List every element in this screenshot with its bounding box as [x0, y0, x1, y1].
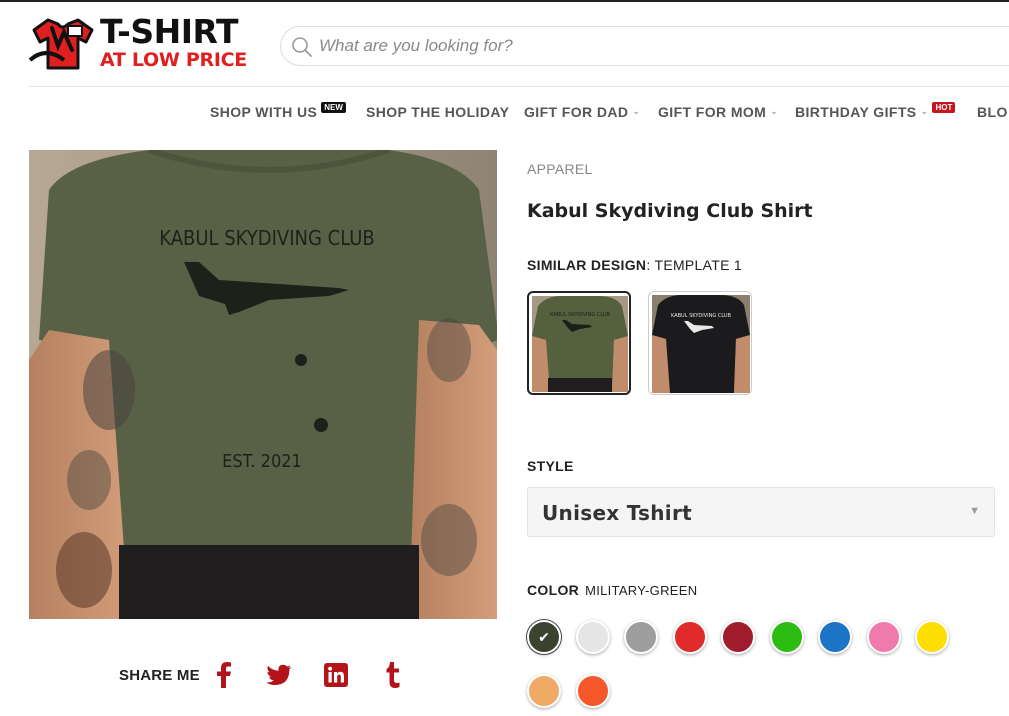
similar-design-heading: SIMILAR DESIGN	[527, 257, 647, 273]
print-line1: KABUL SKYDIVING CLUB	[159, 226, 375, 250]
design-thumbnail-2[interactable]: KABUL SKYDIVING CLUB	[648, 291, 752, 395]
nav-item-shop-the-holiday[interactable]: SHOP THE HOLIDAY	[366, 104, 509, 120]
style-selected-value: Unisex Tshirt	[542, 501, 692, 525]
chevron-down-icon: ⌄	[632, 105, 641, 116]
color-swatch-yellow[interactable]	[915, 620, 949, 654]
logo-text-primary: T-SHIRT	[100, 12, 238, 51]
share-label: SHARE ME	[119, 666, 200, 684]
tshirt-logo-icon	[28, 18, 94, 70]
nav-label: SHOP THE HOLIDAY	[366, 104, 510, 120]
color-swatch-green[interactable]	[769, 620, 804, 654]
nav-item-gift-for-dad[interactable]: GIFT FOR DAD ⌄	[524, 104, 640, 120]
nav-label: BIRTHDAY GIFTS	[795, 104, 917, 120]
site-logo[interactable]: T-SHIRT AT LOW PRICE	[28, 14, 252, 74]
product-title: Kabul Skydiving Club Shirt	[527, 200, 813, 222]
similar-design-value: TEMPLATE 1	[654, 257, 743, 273]
twitter-icon[interactable]	[265, 660, 293, 690]
linkedin-icon[interactable]	[322, 660, 350, 690]
chevron-down-icon: ⌄	[770, 105, 779, 116]
share-row: SHARE ME	[119, 660, 200, 690]
color-swatch-white[interactable]	[575, 620, 610, 654]
dropdown-arrow-icon: ▼	[969, 505, 980, 517]
similar-design-label: SIMILAR DESIGN: TEMPLATE 1	[527, 257, 743, 273]
nav-label: BLO	[977, 104, 1008, 120]
nav-label: GIFT FOR DAD	[524, 104, 629, 120]
search-bar[interactable]	[280, 26, 1009, 66]
top-border	[0, 0, 1009, 2]
nav-item-shop-with-us[interactable]: SHOP WITH US NEW	[210, 101, 346, 120]
new-badge: NEW	[321, 101, 346, 113]
color-heading: COLOR	[527, 582, 580, 598]
color-swatch-pink[interactable]	[866, 620, 901, 654]
product-image[interactable]: KABUL SKYDIVING CLUB EST. 2021	[29, 150, 497, 619]
product-photo: KABUL SKYDIVING CLUB EST. 2021	[29, 150, 497, 619]
style-select[interactable]: Unisex Tshirt ▼	[527, 487, 995, 537]
color-swatch-grey[interactable]	[624, 620, 658, 654]
header-divider	[28, 86, 1009, 87]
thumb-print-text: KABUL SKYDIVING CLUB	[671, 313, 732, 319]
hot-badge: HOT	[932, 101, 956, 113]
color-swatch-maroon[interactable]	[721, 620, 755, 654]
chevron-down-icon: ⌄	[920, 105, 929, 116]
nav-label: SHOP WITH US	[210, 104, 318, 120]
thumb-print-text: KABUL SKYDIVING CLUB	[550, 312, 611, 318]
color-swatch-orange[interactable]	[527, 674, 561, 708]
checkmark-icon: ✔	[538, 628, 550, 645]
color-swatch-orange-red[interactable]	[575, 674, 610, 708]
color-swatch-military-green[interactable]: ✔	[527, 620, 561, 654]
design-thumbnail-1[interactable]: KABUL SKYDIVING CLUB	[527, 291, 631, 395]
tumblr-icon[interactable]	[379, 660, 407, 690]
print-line2: EST. 2021	[222, 451, 302, 472]
nav-item-blog[interactable]: BLO	[977, 104, 1008, 120]
search-icon[interactable]	[291, 36, 313, 58]
color-label: COLOR MILITARY-GREEN	[527, 582, 697, 598]
style-label: STYLE	[527, 458, 574, 474]
nav-item-gift-for-mom[interactable]: GIFT FOR MOM ⌄	[658, 104, 778, 120]
color-swatch-blue[interactable]	[818, 620, 852, 654]
color-selected-value: MILITARY-GREEN	[585, 583, 698, 598]
search-input[interactable]	[319, 27, 999, 65]
product-category[interactable]: APPAREL	[527, 161, 593, 177]
nav-label: GIFT FOR MOM	[658, 104, 767, 120]
facebook-icon[interactable]	[210, 660, 238, 690]
color-swatch-red[interactable]	[672, 620, 707, 654]
logo-text-secondary: AT LOW PRICE	[100, 49, 247, 71]
nav-item-birthday-gifts[interactable]: BIRTHDAY GIFTS ⌄ HOT	[795, 101, 956, 120]
